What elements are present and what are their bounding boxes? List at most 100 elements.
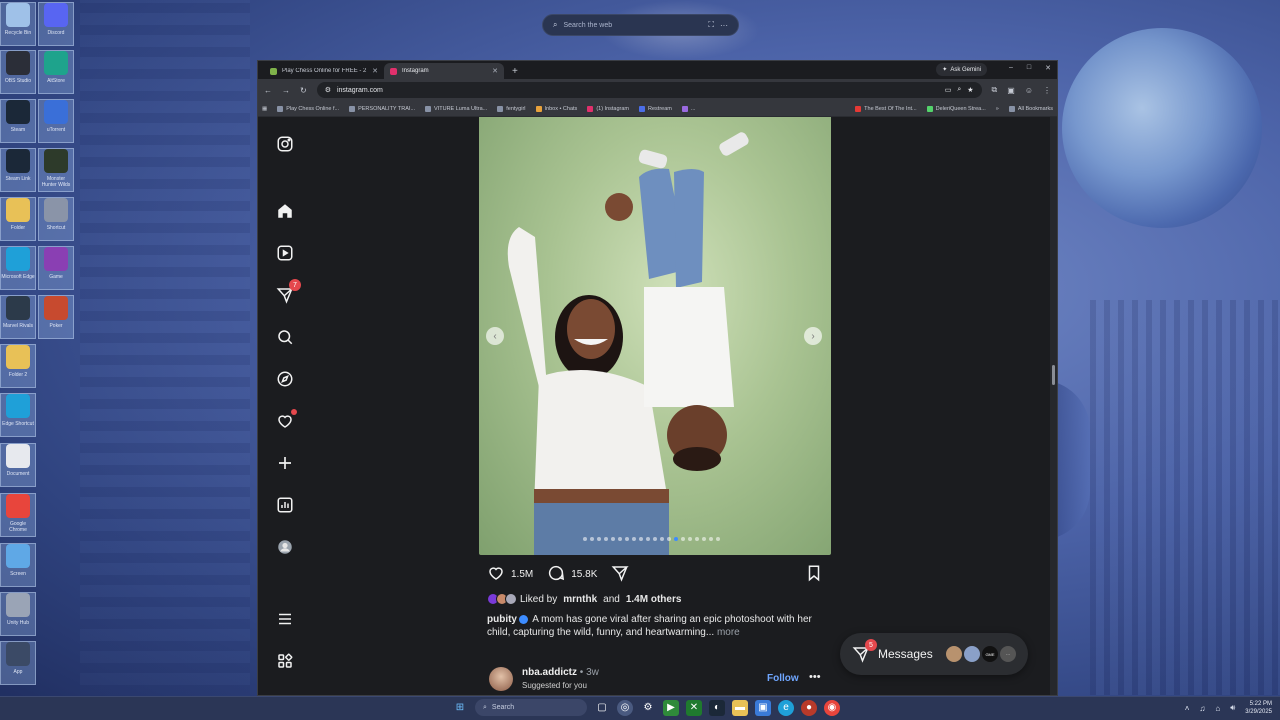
close-icon[interactable]: ✕ xyxy=(492,67,498,75)
clock[interactable]: 5:22 PM 3/29/2025 xyxy=(1245,700,1272,716)
chevron-up-icon[interactable]: ˄ xyxy=(1185,704,1190,713)
reload-icon[interactable]: ↻ xyxy=(300,86,307,95)
bookmark-item[interactable]: fentygirl xyxy=(497,105,526,112)
search-icon[interactable] xyxy=(275,327,295,347)
desktop-icon[interactable]: Poker xyxy=(38,295,74,339)
post-image[interactable]: ‹ › xyxy=(479,117,831,555)
post-author[interactable]: pubity xyxy=(487,614,517,625)
desktop-icon[interactable]: Shortcut xyxy=(38,197,74,241)
xbox-icon[interactable]: ✕ xyxy=(686,699,702,716)
steam-icon[interactable]: ◐ xyxy=(709,699,725,716)
desktop-icon[interactable]: Unity Hub xyxy=(0,592,36,636)
apps-icon[interactable]: ▦ xyxy=(262,106,267,112)
bookmark-item[interactable]: Inbox • Chats xyxy=(535,105,577,112)
volume-icon[interactable]: 🔊︎ xyxy=(1230,703,1235,713)
new-tab-button[interactable]: + xyxy=(504,66,526,79)
reels-icon[interactable] xyxy=(275,243,295,263)
desktop-icon[interactable]: Edge Shortcut xyxy=(0,393,36,437)
suggested-user-avatar[interactable] xyxy=(489,667,513,691)
file-explorer-icon[interactable]: ▬ xyxy=(732,699,748,716)
desktop-icon[interactable]: Microsoft Edge xyxy=(0,246,36,290)
desktop-icon[interactable]: Discord xyxy=(38,2,74,46)
close-window-icon[interactable]: ✕ xyxy=(1045,64,1051,72)
desktop-icon[interactable]: Steam xyxy=(0,99,36,143)
desktop-icon[interactable]: AltStore xyxy=(38,50,74,94)
desktop-icon[interactable]: Monster Hunter Wilds xyxy=(38,148,74,192)
settings-gear-icon[interactable]: ⚙ xyxy=(640,700,656,716)
bookmark-item[interactable]: ... xyxy=(681,105,695,112)
desktop-icon[interactable]: Marvel Rivals xyxy=(0,295,36,339)
liked-by-others[interactable]: 1.4M others xyxy=(626,594,682,605)
cast-icon[interactable]: ▭ xyxy=(945,86,952,94)
zoom-icon[interactable]: ⌕ xyxy=(957,86,961,94)
desktop-icon[interactable]: Game xyxy=(38,246,74,290)
carousel-next-button[interactable]: › xyxy=(804,327,822,345)
desktop-web-search[interactable]: ⌕ Search the web ⛶ ··· xyxy=(542,14,739,36)
profile-icon[interactable]: ☺ xyxy=(1025,86,1033,95)
desktop-icon[interactable]: Recycle Bin xyxy=(0,2,36,46)
more-icon[interactable]: ··· xyxy=(720,21,728,30)
site-info-icon[interactable]: ⚙ xyxy=(325,86,331,94)
all-bookmarks[interactable]: All Bookmarks xyxy=(1008,105,1053,112)
home-icon[interactable] xyxy=(275,201,295,221)
desktop-icon[interactable]: Folder 2 xyxy=(0,344,36,388)
instagram-logo-icon[interactable] xyxy=(275,134,295,154)
caption-more-link[interactable]: more xyxy=(717,627,740,638)
chrome-active-icon[interactable]: ◉ xyxy=(824,699,840,716)
desktop-icon[interactable]: Google Chrome xyxy=(0,493,36,537)
bookmark-item[interactable]: Restream xyxy=(639,105,672,112)
more-options-icon[interactable]: ••• xyxy=(809,671,821,683)
forward-icon[interactable]: → xyxy=(282,86,290,95)
bookmark-item[interactable]: PERSONALITY TRAI... xyxy=(349,105,415,112)
share-icon[interactable] xyxy=(611,564,630,585)
menu-icon[interactable]: ⋮ xyxy=(1043,86,1051,95)
tab-chess[interactable]: Play Chess Online for FREE - 2 ... ✕ xyxy=(264,63,384,79)
maximize-icon[interactable]: □ xyxy=(1027,64,1031,72)
tab-instagram[interactable]: Instagram ✕ xyxy=(384,63,504,79)
liked-by-user[interactable]: mrnthk xyxy=(563,594,597,605)
desktop-icon[interactable]: Screen xyxy=(0,543,36,587)
extensions-icon[interactable]: ⧉ xyxy=(992,85,998,95)
explore-compass-icon[interactable] xyxy=(275,369,295,389)
create-plus-icon[interactable] xyxy=(275,453,295,473)
desktop-icon[interactable]: uTorrent xyxy=(38,99,74,143)
direct-messages-icon[interactable]: 7 xyxy=(275,279,301,305)
close-icon[interactable]: ✕ xyxy=(372,67,378,75)
minimize-icon[interactable]: – xyxy=(1009,64,1013,72)
desktop-icon[interactable]: App xyxy=(0,641,36,685)
bookmark-item[interactable]: Play Chess Online f... xyxy=(277,105,339,112)
like-heart-icon[interactable] xyxy=(487,564,505,585)
screenshot-icon[interactable]: ⛶ xyxy=(708,20,714,30)
messages-pill[interactable]: 5 Messages GME ··· xyxy=(840,633,1028,675)
bookmark-item[interactable]: VITURE Luma Ultra... xyxy=(425,105,487,112)
carousel-prev-button[interactable]: ‹ xyxy=(486,327,504,345)
bookmark-star-icon[interactable]: ★ xyxy=(967,86,973,94)
ask-gemini-button[interactable]: ✦ Ask Gemini xyxy=(936,63,987,76)
desktop-icon[interactable]: Steam Link xyxy=(0,148,36,192)
comment-icon[interactable] xyxy=(547,564,565,585)
photos-icon[interactable]: ▣ xyxy=(755,699,771,716)
dashboard-chart-icon[interactable] xyxy=(275,495,295,515)
app-icon[interactable]: ● xyxy=(801,699,817,716)
start-windows-icon[interactable]: ⊞ xyxy=(452,700,468,716)
hamburger-menu-icon[interactable] xyxy=(275,609,295,629)
sidepanel-icon[interactable]: ▣ xyxy=(1007,86,1015,95)
desktop-icon[interactable]: OBS Studio xyxy=(0,50,36,94)
bookmark-item[interactable]: The Best Of The Int... xyxy=(855,105,917,112)
profile-avatar[interactable] xyxy=(275,537,295,557)
chrome-icon[interactable]: ◎ xyxy=(617,699,633,716)
save-bookmark-icon[interactable] xyxy=(805,564,823,585)
edge-icon[interactable]: e xyxy=(778,699,794,716)
network-icon[interactable]: ⌂ xyxy=(1215,704,1220,713)
desktop-icon[interactable]: Document xyxy=(0,443,36,487)
suggested-username[interactable]: nba.addictz xyxy=(522,667,577,678)
desktop-icon[interactable]: Folder xyxy=(0,197,36,241)
media-player-icon[interactable]: ▶ xyxy=(663,699,679,716)
taskbar-search[interactable]: ⌕ Search xyxy=(475,699,587,716)
follow-button[interactable]: Follow xyxy=(767,673,799,684)
notification-icon[interactable]: ♫ xyxy=(1199,704,1205,713)
back-icon[interactable]: ← xyxy=(264,86,272,95)
bookmarks-overflow-icon[interactable]: » xyxy=(996,106,999,112)
scrollbar-thumb[interactable] xyxy=(1052,365,1055,385)
page-scrollbar[interactable] xyxy=(1050,117,1057,695)
